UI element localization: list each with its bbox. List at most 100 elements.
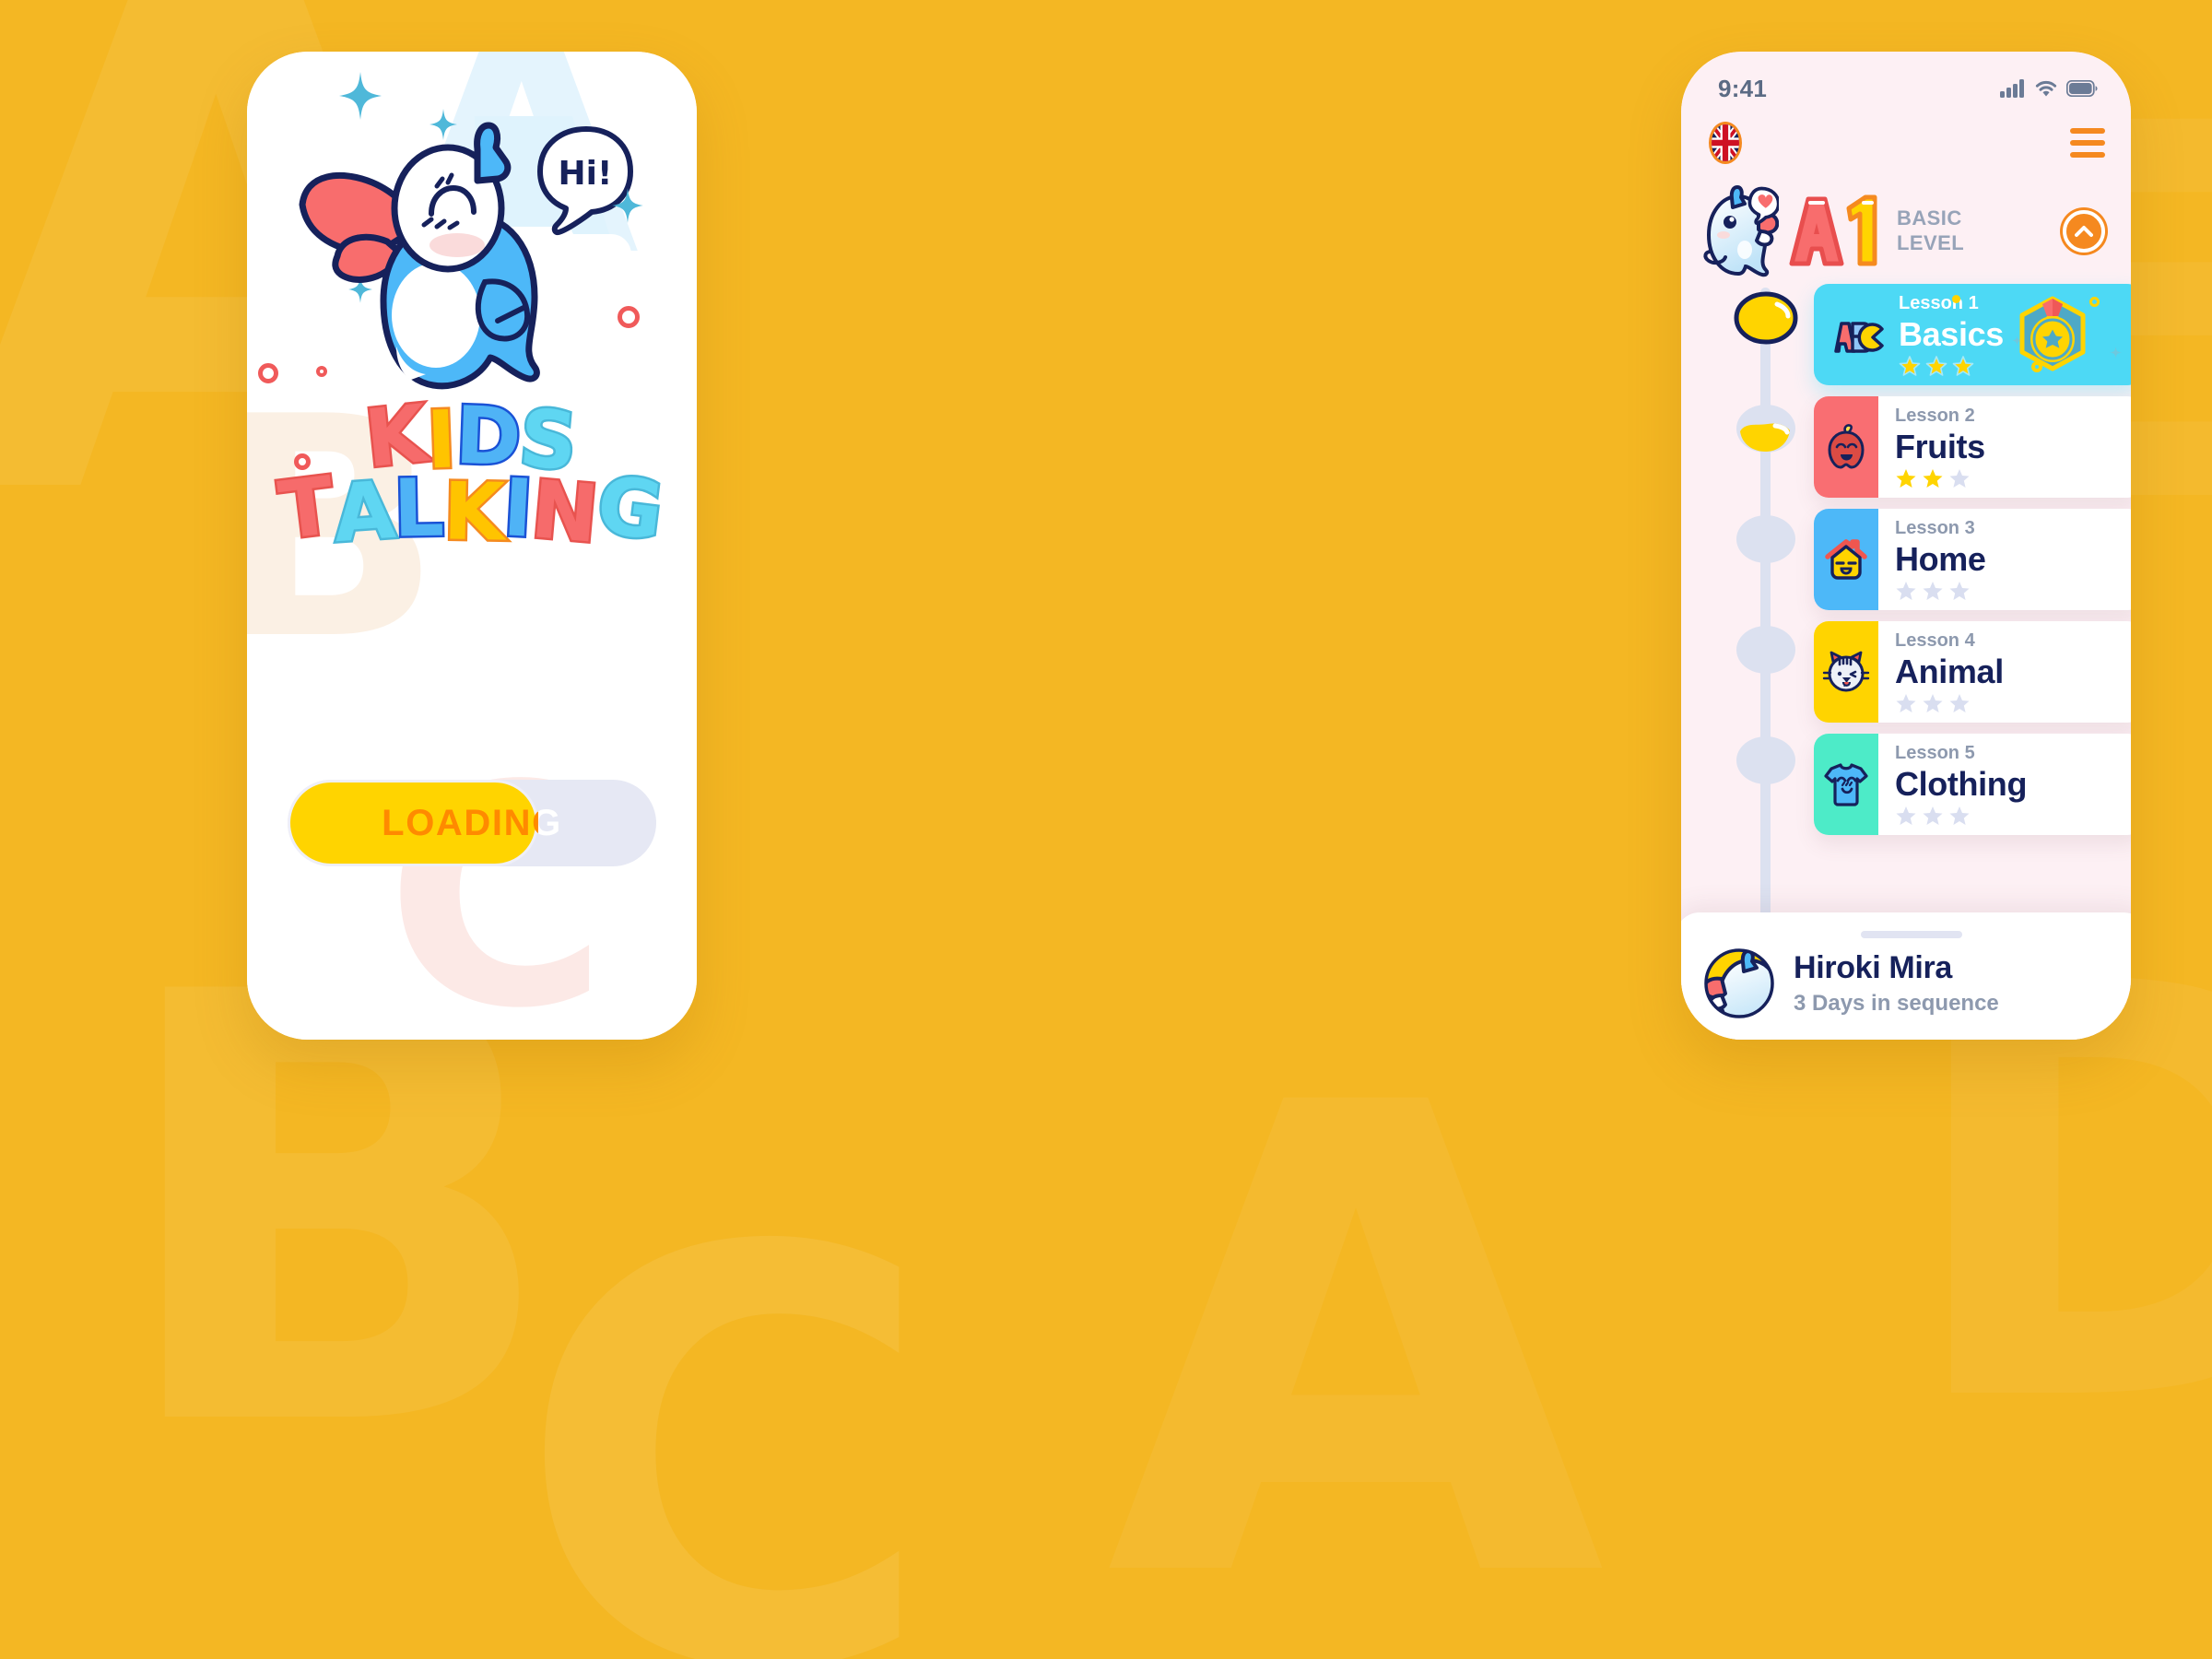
spark-icon xyxy=(2110,347,2122,359)
level-subtitle: BASIC LEVEL xyxy=(1897,206,1964,256)
star-empty-icon xyxy=(1949,694,1970,713)
logo-letter-a: A xyxy=(328,462,401,562)
lesson-card-home[interactable]: Lesson 3 Home xyxy=(1814,509,2131,610)
lesson-card-fruits[interactable]: Lesson 2 Fruits xyxy=(1814,396,2131,498)
profile-text: Hiroki Mira 3 Days in sequence xyxy=(1794,950,1999,1016)
splash-screen-phone: A B C xyxy=(247,52,697,1040)
bird-mascot-icon: Hi! xyxy=(299,107,633,390)
lessons-screen: 9:41 BASIC LEVEL Lesson 1 Basics Lesson … xyxy=(1681,52,2131,1040)
progress-egg xyxy=(1733,400,1799,457)
star-filled-icon xyxy=(1923,469,1943,488)
star-empty-icon xyxy=(1923,806,1943,826)
loading-label: LOADING xyxy=(382,802,538,843)
sparkle-icon xyxy=(612,188,643,223)
logo-letter-k: K xyxy=(441,464,509,561)
medal-badge-icon xyxy=(2019,296,2086,371)
profile-sheet[interactable]: Hiroki Mira 3 Days in sequence xyxy=(1681,912,2131,1040)
status-bar: 9:41 xyxy=(1681,52,2131,109)
top-bar xyxy=(1681,109,2131,177)
drag-handle[interactable] xyxy=(1861,931,1962,938)
lesson-title: Basics xyxy=(1899,314,2004,353)
progress-egg xyxy=(1733,289,1799,347)
lesson-number: Lesson 1 xyxy=(1899,292,1979,313)
sparkle-icon xyxy=(339,72,382,120)
lesson-number: Lesson 2 xyxy=(1895,405,1975,426)
lesson-card-basics[interactable]: Lesson 1 Basics xyxy=(1814,284,2131,385)
loading-progress: LOADING LOADING xyxy=(288,780,656,866)
speech-bubble-text: Hi! xyxy=(559,155,613,193)
app-logo: KIDS TALKING xyxy=(247,385,697,563)
level-header: BASIC LEVEL xyxy=(1681,181,2131,282)
bg-letter-a2: A xyxy=(1106,970,1606,1659)
lessons-screen-phone: 9:41 BASIC LEVEL Lesson 1 Basics Lesson … xyxy=(1681,52,2131,1040)
status-bar-icons xyxy=(2000,79,2098,98)
progress-egg xyxy=(1733,511,1799,568)
bird-avatar-icon xyxy=(1704,948,1774,1018)
logo-line-talking: TALKING xyxy=(247,456,697,563)
lesson-number: Lesson 3 xyxy=(1895,517,1975,538)
cat-icon xyxy=(1822,651,1870,692)
level-badge-a1 xyxy=(1789,194,1877,266)
logo-letter-n: N xyxy=(526,461,606,563)
tshirt-icon xyxy=(1824,763,1868,806)
ring-icon xyxy=(2089,297,2100,307)
star-filled-icon xyxy=(1896,469,1916,488)
mascot-illustration: Hi! xyxy=(293,107,662,402)
logo-letter-g: G xyxy=(590,456,671,560)
house-icon xyxy=(1825,539,1867,580)
battery-icon xyxy=(2066,80,2098,97)
star-empty-icon xyxy=(1896,694,1916,713)
progress-egg-list xyxy=(1733,289,1799,842)
star-empty-icon xyxy=(1923,694,1943,713)
star-filled-icon xyxy=(1899,356,1921,376)
lesson-card-animal[interactable]: Lesson 4 Animal xyxy=(1814,621,2131,723)
star-empty-icon xyxy=(1896,806,1916,826)
profile-row: Hiroki Mira 3 Days in sequence xyxy=(1681,947,2131,1019)
lesson-title: Animal xyxy=(1895,652,2004,690)
lesson-stars xyxy=(1895,693,2004,714)
bird-mascot-icon xyxy=(1703,185,1779,277)
status-bar-time: 9:41 xyxy=(1718,74,1768,102)
logo-letter-l: L xyxy=(391,460,448,558)
lesson-number: Lesson 5 xyxy=(1895,742,1975,763)
lesson-card-clothing[interactable]: Lesson 5 Clothing xyxy=(1814,734,2131,835)
lesson-thumb xyxy=(1814,734,1878,835)
lesson-number: Lesson 4 xyxy=(1895,629,1975,651)
profile-streak: 3 Days in sequence xyxy=(1794,990,1999,1016)
lesson-title: Home xyxy=(1895,539,1986,578)
decor-ring-icon xyxy=(316,366,327,377)
splash-screen: A B C xyxy=(247,52,697,1040)
decor-ring-icon xyxy=(618,306,640,328)
progress-egg xyxy=(1733,621,1799,678)
progress-track[interactable]: LOADING LOADING xyxy=(288,780,656,866)
star-filled-icon xyxy=(1952,356,1974,376)
collapse-level-button[interactable] xyxy=(2063,210,2105,253)
lesson-thumb xyxy=(1814,509,1878,610)
lesson-title: Fruits xyxy=(1895,427,1985,465)
lesson-thumb xyxy=(1814,621,1878,723)
bg-letter-b: B xyxy=(111,869,560,1556)
lesson-card-list: Lesson 1 Basics Lesson 2 Fruits Lesson 3… xyxy=(1814,284,2131,846)
uk-flag-icon[interactable] xyxy=(1709,122,1742,164)
level-subtitle-line1: BASIC xyxy=(1897,206,1962,230)
lesson-stars xyxy=(1895,581,1986,602)
lesson-stars xyxy=(1899,356,2004,377)
decor-ring-icon xyxy=(258,363,278,383)
chevron-up-icon xyxy=(2075,226,2093,237)
lesson-thumb xyxy=(1814,396,1878,498)
star-empty-icon xyxy=(1923,582,1943,601)
hamburger-menu-icon[interactable] xyxy=(2070,128,2105,158)
star-empty-icon xyxy=(1949,469,1970,488)
logo-letter-t: T xyxy=(273,457,343,560)
profile-name: Hiroki Mira xyxy=(1794,950,1952,986)
lesson-stars xyxy=(1895,806,2027,827)
lesson-title: Clothing xyxy=(1895,764,2028,803)
dot-icon xyxy=(1952,295,1960,303)
star-filled-icon xyxy=(1925,356,1947,376)
star-empty-icon xyxy=(1896,582,1916,601)
bg-letter-c: C xyxy=(516,1131,935,1659)
cellular-signal-icon xyxy=(2000,79,2024,98)
progress-egg xyxy=(1733,732,1799,789)
lesson-stars xyxy=(1895,468,1985,489)
abc-letters-icon xyxy=(1834,322,1884,353)
